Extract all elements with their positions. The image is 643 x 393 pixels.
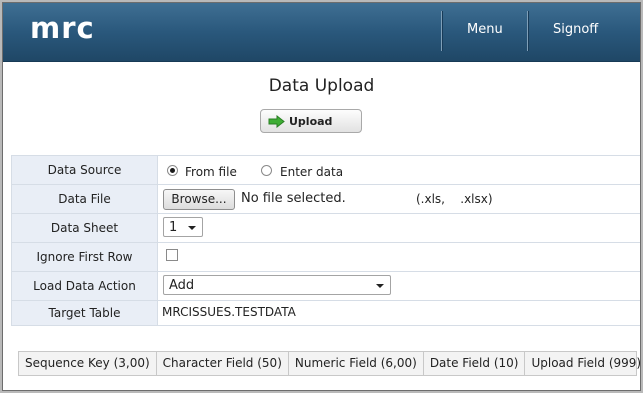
mrc-logo: mrc <box>30 11 95 45</box>
from-file-radio[interactable] <box>167 165 178 176</box>
upload-button[interactable]: Upload <box>260 109 362 133</box>
upload-button-label: Upload <box>289 115 333 128</box>
load-data-action-row: Load Data Action Add <box>11 272 640 301</box>
target-table-value: MRCISSUES.TESTDATA <box>162 305 296 319</box>
data-sheet-row: Data Sheet 1 <box>11 214 640 243</box>
field-upload[interactable]: Upload Field (999) <box>525 352 640 375</box>
enter-data-label[interactable]: Enter data <box>280 165 343 179</box>
data-source-row: Data Source From file Enter data <box>11 156 640 185</box>
chevron-down-icon <box>376 284 384 288</box>
enter-data-radio[interactable] <box>261 165 272 176</box>
field-sequence-key[interactable]: Sequence Key (3,00) <box>19 352 157 375</box>
target-table-row: Target Table MRCISSUES.TESTDATA <box>11 301 640 326</box>
data-sheet-value: 1 <box>169 220 178 235</box>
allowed-extensions: (.xls, .xlsx) <box>416 192 493 206</box>
field-numeric[interactable]: Numeric Field (6,00) <box>289 352 424 375</box>
arrow-right-icon <box>268 115 285 128</box>
from-file-label[interactable]: From file <box>185 165 237 179</box>
page-title: Data Upload <box>268 76 375 96</box>
upload-form: Data Source From file Enter data Data Fi… <box>11 155 640 326</box>
file-status: No file selected. <box>241 191 346 206</box>
load-data-action-value: Add <box>169 278 195 293</box>
top-bar: mrc Menu Signoff <box>3 3 640 62</box>
signoff-link[interactable]: Signoff <box>553 22 598 37</box>
chevron-down-icon <box>188 226 196 230</box>
data-file-label: Data File <box>11 185 158 213</box>
nav-divider <box>441 11 442 51</box>
menu-link[interactable]: Menu <box>467 22 503 37</box>
ignore-first-row-label: Ignore First Row <box>11 243 158 271</box>
ignore-first-row-checkbox[interactable] <box>166 249 178 261</box>
nav-divider <box>527 11 528 51</box>
load-data-action-label: Load Data Action <box>11 272 158 300</box>
field-list: Sequence Key (3,00) Character Field (50)… <box>18 351 640 376</box>
app-window: mrc Menu Signoff Data Upload Upload Data… <box>2 2 641 391</box>
browse-button[interactable]: Browse... <box>163 189 235 210</box>
field-date[interactable]: Date Field (10) <box>424 352 526 375</box>
data-file-row: Data File Browse... No file selected. (.… <box>11 185 640 214</box>
data-sheet-label: Data Sheet <box>11 214 158 242</box>
ignore-first-row-row: Ignore First Row <box>11 243 640 272</box>
field-character[interactable]: Character Field (50) <box>157 352 289 375</box>
load-data-action-select[interactable]: Add <box>163 275 391 295</box>
data-sheet-select[interactable]: 1 <box>163 217 203 237</box>
target-table-label: Target Table <box>11 301 158 325</box>
data-source-label: Data Source <box>11 156 158 184</box>
